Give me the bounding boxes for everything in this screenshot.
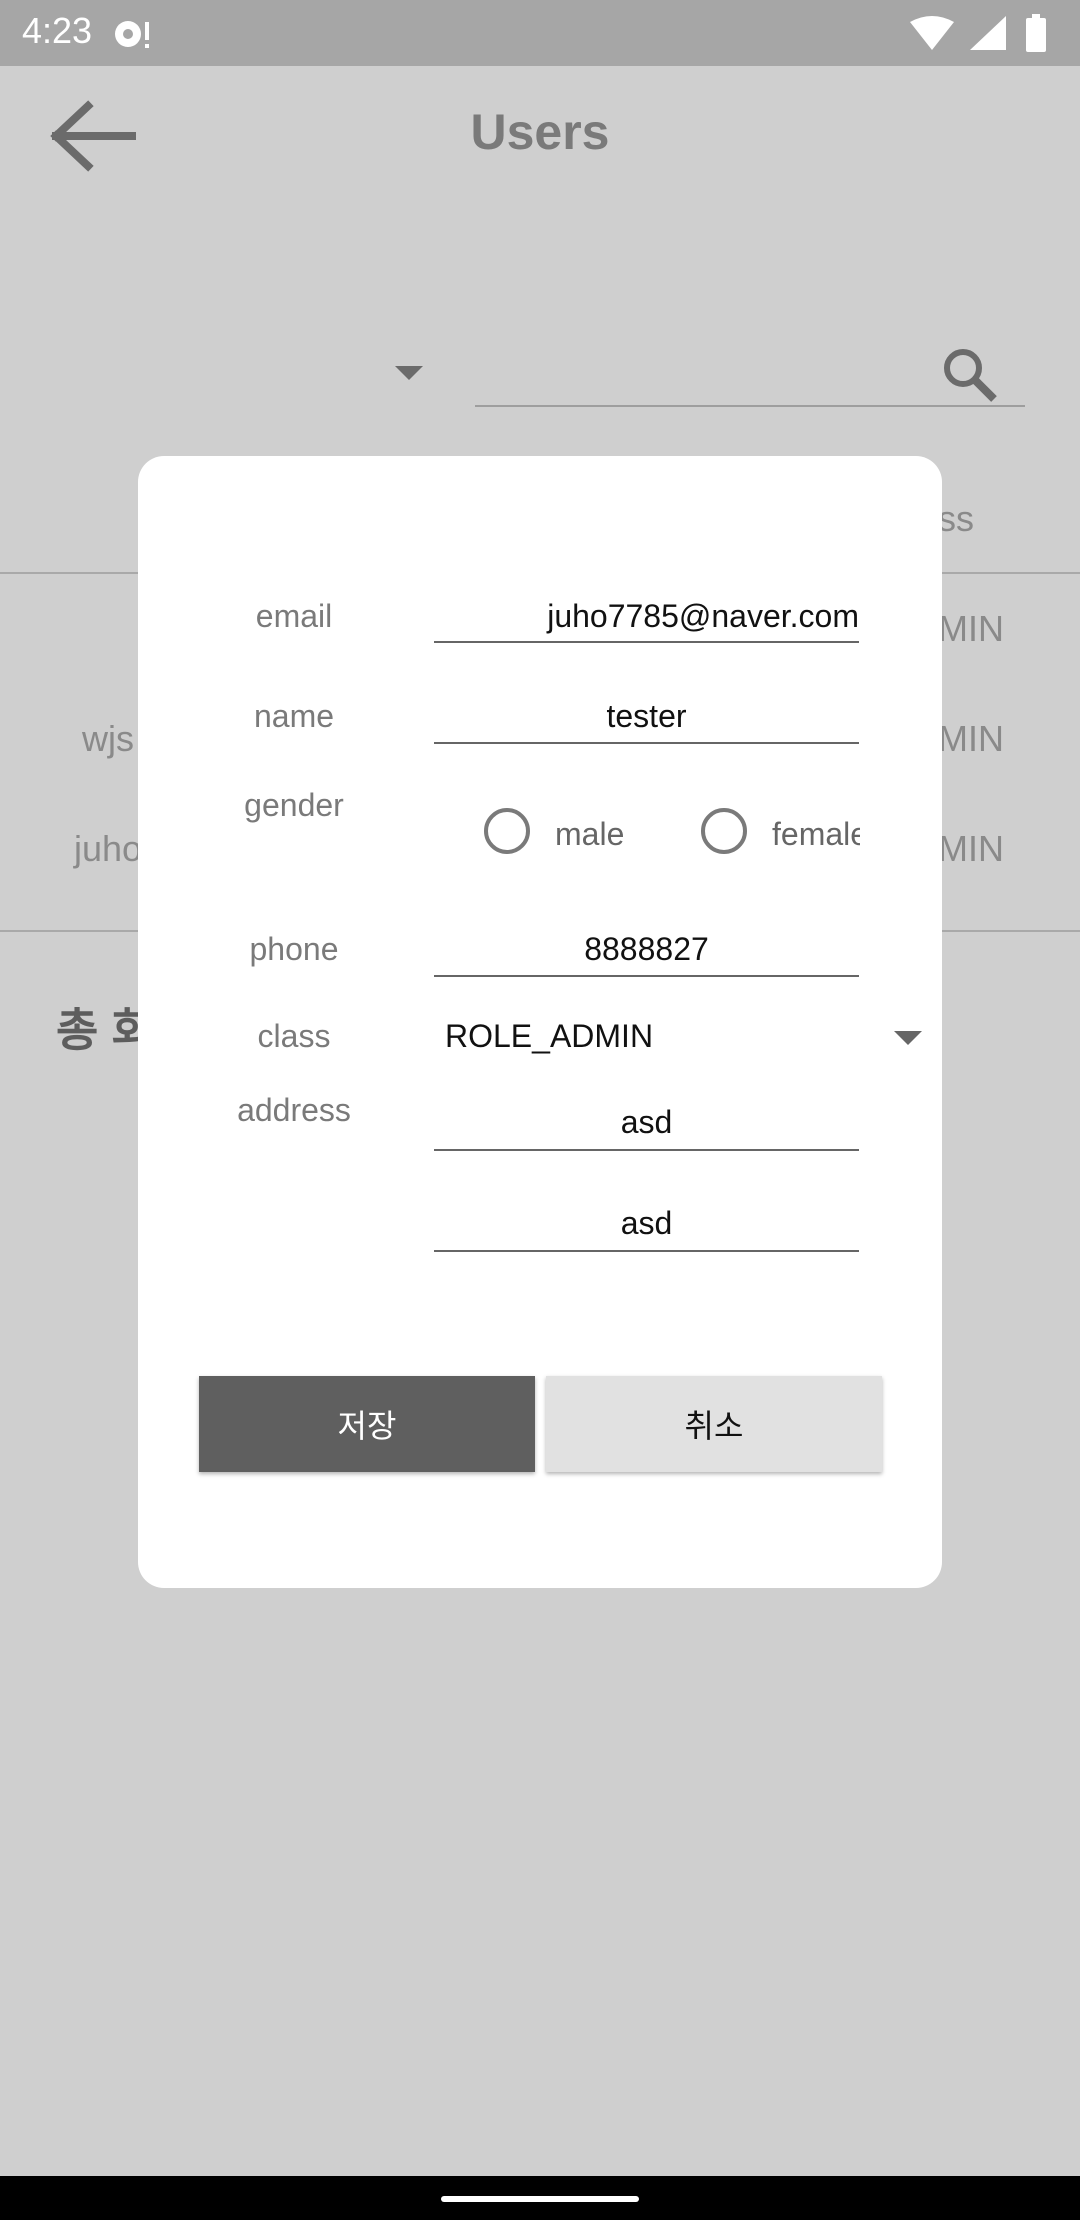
address-label: address (237, 1092, 351, 1128)
radio-male-label[interactable]: male (555, 816, 624, 853)
class-label: class (257, 1018, 331, 1054)
address-field-2[interactable]: asd (434, 1205, 859, 1242)
email-field[interactable]: juho7785@naver.com (434, 598, 859, 635)
radio-male[interactable] (484, 808, 530, 854)
radio-female-label[interactable]: female (772, 816, 860, 853)
name-field[interactable]: tester (434, 698, 859, 735)
phone-field[interactable]: 8888827 (434, 931, 859, 968)
cancel-button[interactable]: 취소 (546, 1376, 882, 1472)
email-underline (434, 641, 859, 643)
home-gesture-handle[interactable] (441, 2196, 639, 2202)
address-field-1[interactable]: asd (434, 1104, 859, 1141)
phone-underline (434, 975, 859, 977)
name-label: name (253, 698, 335, 734)
radio-female[interactable] (701, 808, 747, 854)
navigation-bar (0, 2176, 1080, 2220)
class-select[interactable]: ROLE_ADMIN (445, 1018, 653, 1055)
email-label: email (255, 598, 333, 634)
name-underline (434, 742, 859, 744)
address-underline-2 (434, 1250, 859, 1252)
save-button[interactable]: 저장 (199, 1376, 535, 1472)
class-dropdown-arrow-icon[interactable] (894, 1031, 922, 1045)
phone-label: phone (249, 931, 339, 967)
gender-label: gender (244, 787, 344, 823)
address-underline-1 (434, 1149, 859, 1151)
